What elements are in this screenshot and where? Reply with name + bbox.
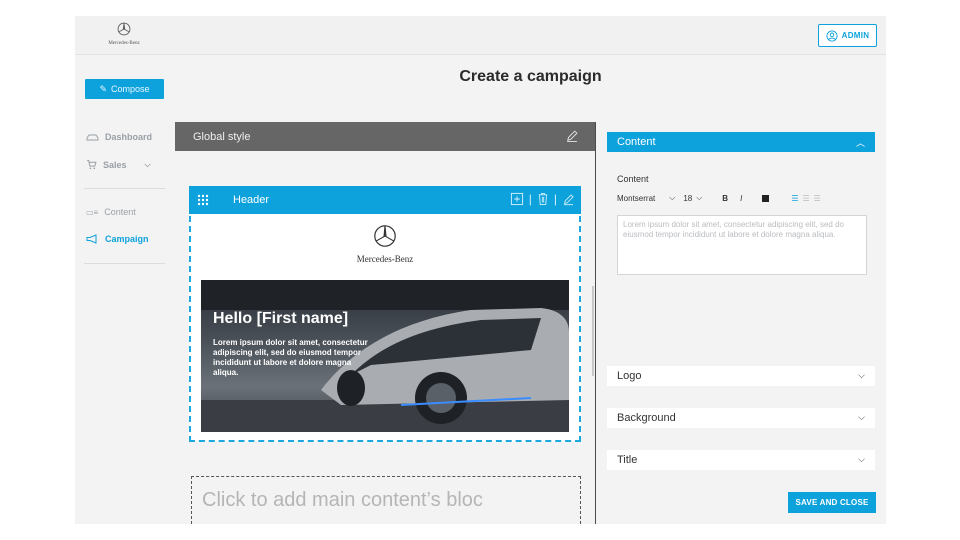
accordion-background[interactable]: Background ⌵ — [607, 408, 875, 428]
size-value: 18 — [683, 193, 693, 203]
text-toolbar: Montserrat ⌵ 18 ⌵ B I ☰ ☰ ☰ — [617, 191, 867, 205]
tool-divider: | — [553, 192, 557, 206]
car-icon — [86, 134, 99, 140]
chevron-down-icon: ⌵ — [858, 370, 865, 380]
global-style-label: Global style — [193, 130, 251, 143]
email-brand-text: Mercedes-Benz — [356, 254, 414, 264]
size-select[interactable]: 18 ⌵ — [683, 193, 702, 203]
sidebar: ✎ Compose Dashboard Sales ⌵ ▭≡ Content C… — [75, 56, 175, 524]
chevron-down-icon: ⌵ — [669, 193, 676, 202]
add-content-block[interactable]: Click to add main content’s bloc — [191, 476, 581, 524]
bold-button[interactable]: B — [722, 194, 728, 203]
accordion-title: Title — [617, 454, 638, 466]
chevron-down-icon: ⌵ — [144, 159, 151, 169]
hero-title: Hello [First name] — [213, 310, 349, 327]
accordion-logo[interactable]: Logo ⌵ — [607, 366, 875, 386]
compose-button[interactable]: ✎ Compose — [85, 79, 164, 99]
accordion-title: Background — [617, 412, 676, 424]
chevron-up-icon: ︿ — [855, 138, 865, 148]
align-center-icon[interactable]: ☰ — [802, 194, 809, 203]
content-textarea[interactable]: Lorem ipsum dolor sit amet, consectetur … — [617, 215, 867, 275]
pencil-icon: ✎ — [99, 83, 107, 94]
email-editor: Global style Header | | Mercedes-Benz He… — [175, 122, 595, 524]
sidebar-item-label: Content — [104, 207, 136, 217]
megaphone-icon — [86, 234, 97, 244]
user-icon — [826, 29, 838, 42]
accordion-title-section[interactable]: Title ⌵ — [607, 450, 875, 470]
block-tools: | | — [510, 192, 575, 206]
edit-icon[interactable] — [565, 129, 579, 143]
content-icon: ▭≡ — [86, 207, 99, 217]
sidebar-divider — [84, 263, 165, 264]
header-block-toolbar: Header | | — [189, 186, 581, 214]
tool-divider: | — [528, 192, 532, 206]
cart-icon — [87, 160, 97, 170]
email-logo: Mercedes-Benz — [191, 224, 579, 264]
sidebar-item-label: Sales — [103, 159, 127, 170]
editor-scrollbar[interactable] — [592, 286, 594, 376]
drag-handle-icon[interactable] — [197, 194, 209, 206]
panel-divider — [595, 122, 596, 524]
header-block[interactable]: Header | | Mercedes-Benz Hello [First na… — [189, 186, 581, 442]
top-bar: Mercedes-Benz ADMIN — [75, 16, 886, 55]
trash-icon[interactable] — [537, 192, 549, 206]
sidebar-item-sales[interactable]: Sales ⌵ — [86, 159, 151, 170]
header-block-label: Header — [233, 194, 270, 206]
admin-label: ADMIN — [841, 31, 870, 40]
app-window: Mercedes-Benz ADMIN ✎ Compose Dashboard — [75, 16, 886, 524]
mercedes-star-icon — [117, 22, 131, 36]
sidebar-divider — [84, 188, 165, 189]
add-icon[interactable] — [510, 192, 524, 206]
content-field-label: Content — [617, 174, 649, 184]
chevron-down-icon: ⌵ — [696, 193, 703, 202]
sidebar-item-content[interactable]: ▭≡ Content — [86, 207, 136, 217]
accordion-title: Logo — [617, 370, 642, 382]
italic-button[interactable]: I — [740, 194, 742, 203]
sidebar-item-label: Dashboard — [105, 132, 153, 142]
sidebar-item-campaign[interactable]: Campaign — [86, 234, 149, 244]
align-right-icon[interactable]: ☰ — [814, 194, 821, 203]
edit-icon[interactable] — [562, 193, 575, 206]
accordion-title: Content — [617, 136, 656, 148]
font-select[interactable]: Montserrat ⌵ — [617, 193, 675, 203]
chevron-down-icon: ⌵ — [858, 454, 865, 464]
page-title: Create a campaign — [459, 68, 602, 85]
hero-image: Hello [First name] Lorem ipsum dolor sit… — [201, 280, 569, 432]
mercedes-star-icon — [374, 225, 396, 247]
brand-text: Mercedes-Benz — [108, 41, 140, 46]
save-and-close-button[interactable]: SAVE AND CLOSE — [788, 492, 876, 513]
admin-button[interactable]: ADMIN — [818, 24, 877, 47]
brand-logo[interactable]: Mercedes-Benz — [102, 22, 146, 46]
accordion-content[interactable]: Content ︿ — [607, 132, 875, 152]
chevron-down-icon: ⌵ — [858, 412, 865, 422]
font-value: Montserrat — [617, 193, 656, 203]
sidebar-item-dashboard[interactable]: Dashboard — [86, 132, 152, 142]
compose-label: Compose — [111, 84, 150, 94]
color-swatch-button[interactable] — [762, 194, 770, 202]
sidebar-item-label: Campaign — [105, 234, 149, 244]
global-style-bar[interactable]: Global style — [175, 122, 595, 151]
align-left-icon[interactable]: ☰ — [791, 194, 798, 203]
hero-body: Lorem ipsum dolor sit amet, consectetur … — [213, 338, 368, 377]
